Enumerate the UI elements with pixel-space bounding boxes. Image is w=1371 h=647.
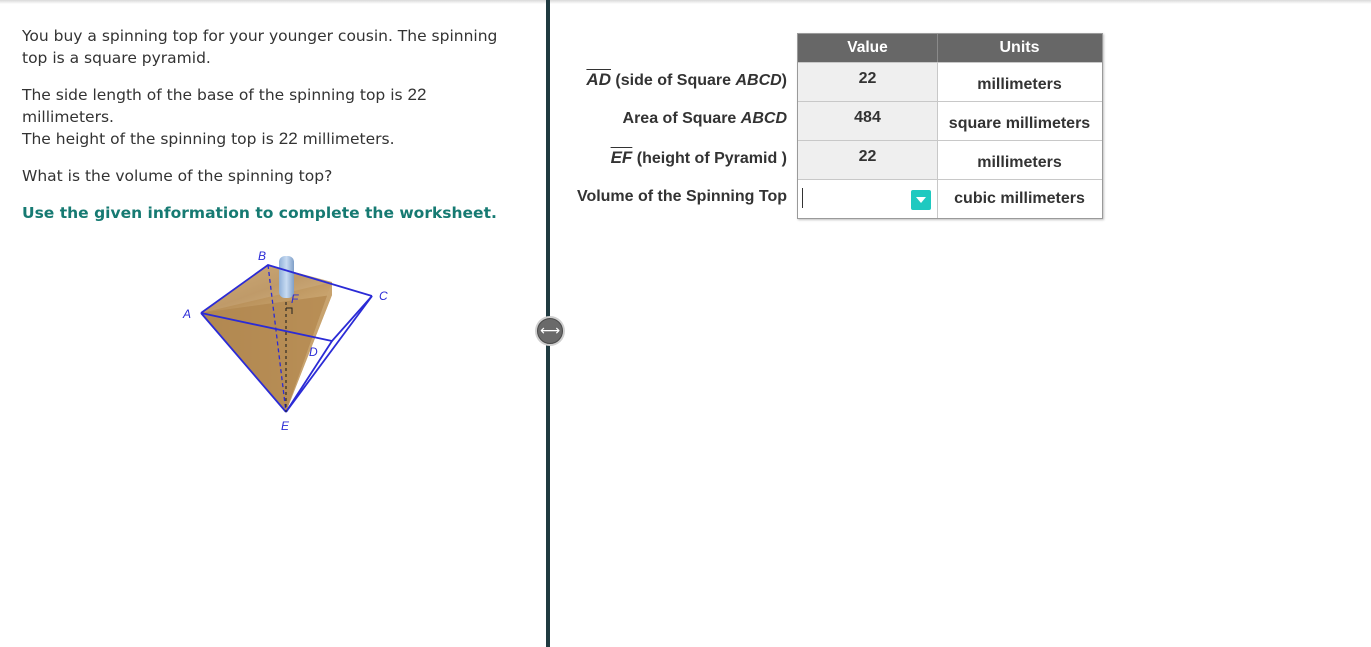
area-units: square millimeters (948, 115, 1091, 132)
segment-ad: AD (586, 70, 611, 89)
vertex-label-b: B (258, 249, 266, 263)
row-label-side-end: ) (781, 72, 787, 89)
row-label-area-square: ABCD (740, 110, 787, 127)
row-label-area-text: Area of Square (622, 110, 741, 127)
problem-text: You buy a spinning top for your younger … (22, 25, 522, 239)
side-value: 22 (798, 63, 938, 101)
row-label-area: Area of Square ABCD (623, 110, 787, 128)
height-prefix: The height of the spinning top is (22, 130, 274, 148)
base-length-suffix: millimeters. (22, 108, 114, 126)
problem-question: What is the volume of the spinning top? (22, 167, 333, 185)
vertex-label-c: C (379, 289, 388, 303)
problem-dimensions: The side length of the base of the spinn… (22, 84, 522, 150)
side-units: millimeters (977, 76, 1062, 93)
row-label-volume-text: Volume of the Spinning Top (576, 188, 787, 205)
row-label-side: AD (side of Square ABCD) (586, 70, 787, 90)
height-value-cell: 22 (798, 141, 938, 179)
volume-units: cubic millimeters (954, 190, 1085, 207)
header-units: Units (999, 39, 1040, 56)
pyramid-figure: A B C D E F (175, 240, 405, 440)
header-value: Value (798, 34, 938, 62)
row-label-side-text: (side of Square (610, 72, 736, 89)
problem-intro: You buy a spinning top for your younger … (22, 27, 498, 67)
table-row: cubic millimeters (798, 179, 1102, 218)
row-label-height-text: (height of Pyramid ) (632, 150, 787, 167)
vertex-label-a: A (182, 307, 191, 321)
height-units: millimeters (977, 154, 1062, 171)
area-value: 484 (798, 102, 938, 140)
problem-pane: You buy a spinning top for your younger … (0, 0, 546, 647)
text-caret (802, 188, 803, 208)
worksheet-table: Value Units 22 millimeters 484 square mi… (797, 33, 1103, 219)
row-label-height: EF (height of Pyramid ) (611, 148, 787, 168)
vertex-label-d: D (309, 345, 318, 359)
volume-input[interactable] (798, 180, 938, 218)
vertex-label-e: E (281, 419, 290, 433)
problem-instruction: Use the given information to complete th… (22, 204, 497, 222)
worksheet-header-row: Value Units (798, 34, 1102, 62)
height-value: 22 (278, 129, 298, 148)
row-label-volume: Volume of the Spinning Top (577, 188, 787, 206)
table-row: 484 square millimeters (798, 101, 1102, 140)
height-suffix: millimeters. (302, 130, 395, 148)
table-row: 22 millimeters (798, 140, 1102, 179)
pyramid-diagram: A B C D E F (182, 249, 388, 433)
vertex-label-f: F (291, 292, 299, 306)
segment-ef: EF (610, 148, 633, 167)
table-row: 22 millimeters (798, 62, 1102, 101)
chevron-down-icon[interactable] (911, 190, 931, 210)
base-length-prefix: The side length of the base of the spinn… (22, 86, 403, 104)
row-label-side-square: ABCD (735, 72, 782, 89)
base-length-value: 22 (407, 85, 427, 104)
